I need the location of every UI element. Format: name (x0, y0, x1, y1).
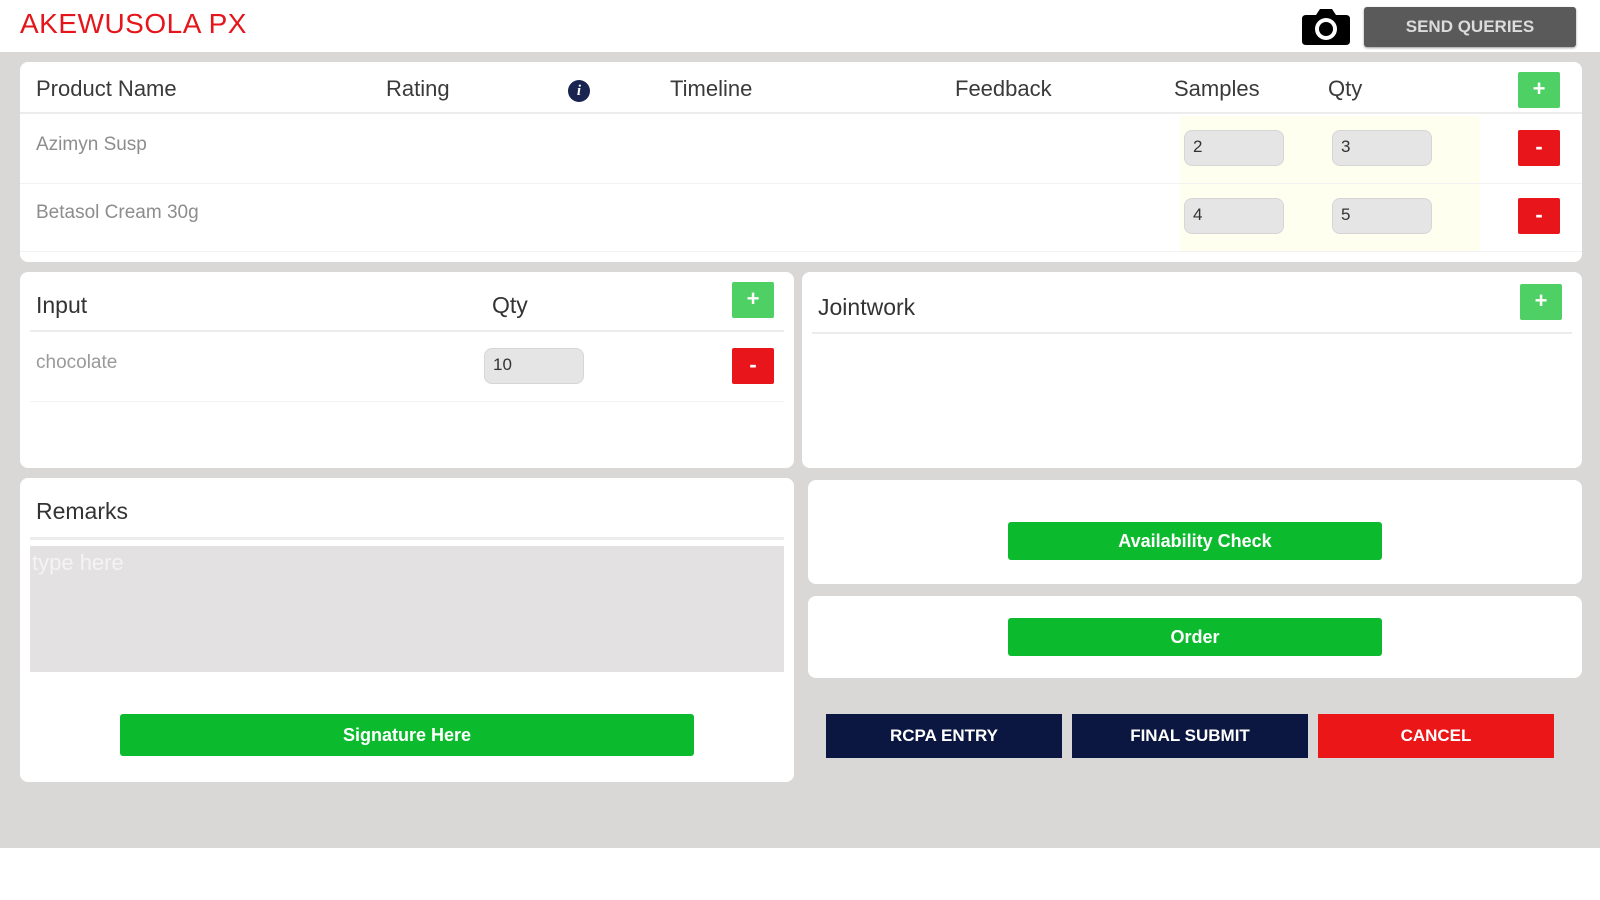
remarks-title: Remarks (36, 498, 129, 524)
camera-icon[interactable] (1300, 6, 1352, 46)
col-timeline: Timeline (670, 76, 753, 101)
samples-input[interactable]: 2 (1184, 130, 1284, 166)
qty-input[interactable]: 3 (1332, 130, 1432, 166)
remove-product-button[interactable]: - (1518, 130, 1560, 166)
input-qty-field[interactable]: 10 (484, 348, 584, 384)
add-input-button[interactable]: + (732, 282, 774, 318)
availability-card: Availability Check (808, 480, 1582, 584)
rcpa-entry-button[interactable]: RCPA ENTRY (826, 714, 1062, 758)
remarks-header: Remarks (30, 478, 784, 540)
order-card: Order (808, 596, 1582, 678)
col-rating: Rating (386, 76, 450, 101)
qty-input[interactable]: 5 (1332, 198, 1432, 234)
col-qty: Qty (1328, 76, 1363, 101)
input-card: Input Qty + chocolate 10 - (20, 272, 794, 468)
col-input-qty: Qty (492, 292, 528, 318)
col-feedback: Feedback (955, 76, 1052, 101)
input-row: chocolate 10 - (30, 332, 784, 402)
product-row: Azimyn Susp 2 3 - (20, 116, 1582, 184)
jointwork-header: Jointwork + (812, 272, 1572, 334)
product-name: Azimyn Susp (36, 134, 147, 155)
jointwork-title: Jointwork (818, 294, 916, 320)
samples-input[interactable]: 4 (1184, 198, 1284, 234)
remove-product-button[interactable]: - (1518, 198, 1560, 234)
top-bar: AKEWUSOLA PX SEND QUERIES (0, 0, 1600, 52)
remarks-textarea[interactable] (30, 546, 784, 672)
col-product-name: Product Name (36, 76, 177, 101)
products-header: Product Name Rating i Timeline Feedback … (20, 62, 1582, 114)
cancel-button[interactable]: CANCEL (1318, 714, 1554, 758)
final-submit-button[interactable]: FINAL SUBMIT (1072, 714, 1308, 758)
input-header: Input Qty + (30, 272, 784, 332)
col-samples: Samples (1174, 76, 1260, 101)
add-jointwork-button[interactable]: + (1520, 284, 1562, 320)
remove-input-button[interactable]: - (732, 348, 774, 384)
availability-check-button[interactable]: Availability Check (1008, 522, 1382, 560)
send-queries-button[interactable]: SEND QUERIES (1364, 7, 1576, 47)
brand-title: AKEWUSOLA PX (20, 8, 247, 39)
product-row: Betasol Cream 30g 4 5 - (20, 184, 1582, 252)
remarks-card: Remarks Signature Here (20, 478, 794, 782)
signature-button[interactable]: Signature Here (120, 714, 694, 756)
products-card: Product Name Rating i Timeline Feedback … (20, 62, 1582, 262)
col-input: Input (36, 292, 88, 318)
product-name: Betasol Cream 30g (36, 202, 199, 223)
info-icon[interactable]: i (568, 80, 590, 102)
add-product-button[interactable]: + (1518, 72, 1560, 108)
input-name: chocolate (36, 352, 118, 373)
order-button[interactable]: Order (1008, 618, 1382, 656)
jointwork-card: Jointwork + (802, 272, 1582, 468)
main-canvas: Product Name Rating i Timeline Feedback … (0, 52, 1600, 848)
